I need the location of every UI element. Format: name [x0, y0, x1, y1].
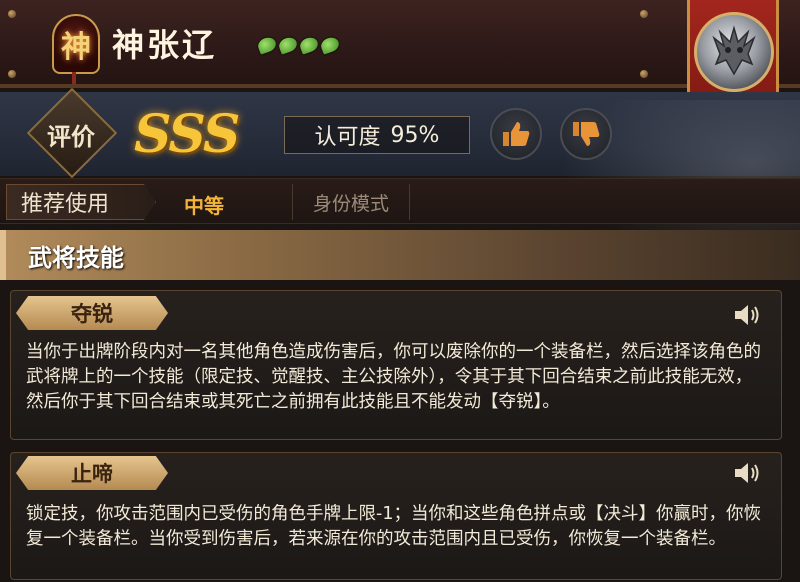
- recommend-label: 推荐使用: [6, 184, 156, 220]
- god-badge-icon: 神: [52, 14, 100, 74]
- badge-tassel: [72, 72, 76, 84]
- magatama-icon: [298, 35, 320, 55]
- thumbs-up-icon: [503, 122, 530, 146]
- speaker-icon: [735, 305, 759, 325]
- magatama-icon: [256, 35, 278, 55]
- beast-head-icon: [712, 25, 756, 76]
- magatama-icon: [277, 35, 299, 55]
- magatama-icon: [319, 35, 341, 55]
- rivet-icon: [8, 10, 16, 18]
- skill-voice-button[interactable]: [730, 300, 766, 330]
- rivet-icon: [8, 70, 16, 78]
- dislike-button[interactable]: [560, 108, 612, 160]
- recommend-value: 中等: [184, 194, 224, 218]
- portrait-emblem-icon[interactable]: [694, 12, 774, 92]
- general-name: 神张辽: [112, 26, 218, 64]
- approval-label: 认可度: [314, 125, 381, 150]
- rivet-icon: [640, 10, 648, 18]
- skills-section-header: 武将技能: [0, 230, 800, 280]
- like-button[interactable]: [490, 108, 542, 160]
- rivet-icon: [640, 70, 648, 78]
- grade-badge: SSS: [134, 104, 240, 165]
- speaker-icon: [735, 463, 759, 483]
- skill-description: 锁定技，你攻击范围内已受伤的角色手牌上限-1；当你和这些角色拼点或【决斗】你赢时…: [26, 504, 761, 549]
- thumbs-down-icon: [573, 122, 600, 146]
- skill-voice-button[interactable]: [730, 458, 766, 488]
- evaluation-label: 评价: [47, 122, 95, 151]
- approval-value: 95%: [390, 122, 440, 148]
- skill-description: 当你于出牌阶段内对一名其他角色造成伤害后，你可以废除你的一个装备栏，然后选择该角…: [26, 342, 761, 412]
- skill-name-tag: 止啼: [16, 456, 168, 490]
- skill-name-tag: 夺锐: [16, 296, 168, 330]
- game-mode-tab[interactable]: 身份模式: [292, 184, 410, 220]
- health-magatama-row: [256, 35, 341, 55]
- approval-rate-box: 认可度 95%: [284, 116, 470, 154]
